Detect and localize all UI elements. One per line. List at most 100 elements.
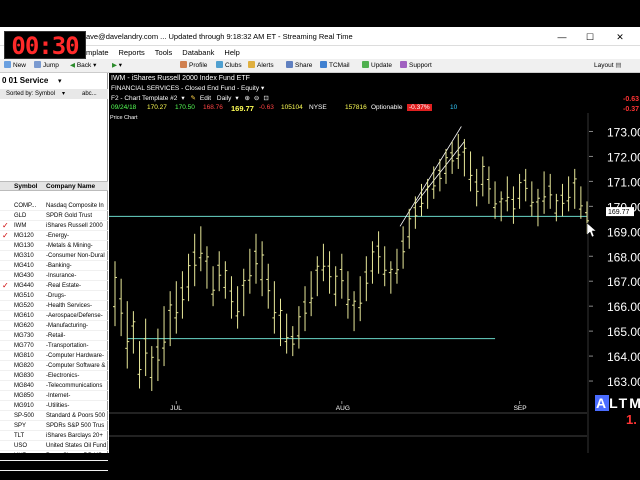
- price-chart-plot[interactable]: 163.00 164.00 165.00 166.00 167.00 168.00 169.…: [109, 73, 640, 453]
- list-item[interactable]: MG810 -Computer Hardware-: [0, 351, 108, 361]
- list-item[interactable]: MG430 -Insurance-: [0, 271, 108, 281]
- tcmail-button[interactable]: TCMail: [320, 61, 350, 71]
- row-company: SPDR Gold Trust: [46, 213, 93, 219]
- row-company: Nasdaq Composite In: [46, 203, 104, 209]
- list-item[interactable]: MG510 -Drugs-: [0, 291, 108, 301]
- top-pct-change: -0.37: [623, 106, 639, 113]
- maximize-icon[interactable]: ☐: [576, 30, 604, 44]
- y-tick-label: 165.00: [607, 325, 640, 339]
- y-tick-label: 168.00: [607, 250, 640, 264]
- quote-low: 168.76: [203, 104, 223, 111]
- row-company: -Retail-: [46, 333, 66, 339]
- row-company: -Computer Software &: [46, 363, 106, 369]
- support-button[interactable]: Support: [400, 61, 432, 71]
- pct-change-badge: -0.37%: [407, 104, 432, 111]
- list-item[interactable]: MG410 -Banking-: [0, 261, 108, 271]
- bell-icon: [248, 61, 255, 68]
- menu-reports[interactable]: Reports: [114, 46, 150, 59]
- row-company: -Manufacturing-: [46, 323, 89, 329]
- close-icon[interactable]: ✕: [606, 30, 634, 44]
- list-item[interactable]: MG520 -Health Services-: [0, 301, 108, 311]
- forward-button[interactable]: ▶ ▾: [112, 61, 122, 71]
- list-item[interactable]: MG730 -Retail-: [0, 331, 108, 341]
- col-symbol[interactable]: Symbol: [14, 182, 37, 191]
- list-item[interactable]: MG820 -Computer Software &: [0, 361, 108, 371]
- list-item[interactable]: ✓ IWM iShares Russell 2000: [0, 221, 108, 231]
- row-symbol: TLT: [14, 433, 25, 439]
- list-item[interactable]: MG610 -Aerospace/Defense-: [0, 311, 108, 321]
- chevron-down-icon[interactable]: ▾: [58, 77, 62, 85]
- row-company: United States Oil Fund: [46, 443, 107, 449]
- chevron-down-icon[interactable]: ▾: [261, 85, 264, 92]
- quote-num: 10: [450, 104, 458, 111]
- list-item[interactable]: SPY SPDRs S&P 500 Trus: [0, 421, 108, 431]
- row-symbol: MG840: [14, 383, 34, 389]
- share-button[interactable]: Share: [286, 61, 312, 71]
- profile-button[interactable]: Profile: [180, 61, 207, 71]
- menu-template[interactable]: mplate: [86, 46, 114, 59]
- price-chart[interactable]: 163.00 164.00 165.00 166.00 167.00 168.00 169.…: [109, 73, 640, 453]
- row-symbol: MG820: [14, 363, 34, 369]
- list-item[interactable]: COMP... Nasdaq Composite In: [0, 201, 108, 211]
- list-item[interactable]: MG310 -Consumer Non-Dural: [0, 251, 108, 261]
- watchlist-title[interactable]: 0 01 Service: [2, 76, 48, 85]
- y-tick-label: 163.00: [607, 375, 640, 389]
- jump-button[interactable]: Jump: [34, 61, 59, 71]
- zoom-in-icon[interactable]: ⊕: [244, 95, 249, 102]
- list-item[interactable]: MG620 -Manufacturing-: [0, 321, 108, 331]
- row-company: -Insurance-: [46, 273, 77, 279]
- list-item[interactable]: TLT iShares Barclays 20+: [0, 431, 108, 441]
- col-company[interactable]: Company Name: [46, 182, 95, 191]
- menu-help[interactable]: Help: [219, 46, 244, 59]
- zoom-out-icon[interactable]: ⊖: [254, 95, 259, 102]
- chevron-down-icon: ▾: [62, 91, 66, 97]
- period-selector[interactable]: Daily: [217, 95, 231, 102]
- menu-tools[interactable]: Tools: [150, 46, 178, 59]
- list-item[interactable]: USO United States Oil Fund: [0, 441, 108, 451]
- back-button[interactable]: ◀ Back ▾: [70, 61, 96, 71]
- minimize-icon[interactable]: —: [548, 30, 576, 44]
- chevron-down-icon[interactable]: ▾: [181, 95, 184, 102]
- quote-shares: 157816: [345, 104, 367, 111]
- row-symbol: IWM: [14, 223, 27, 229]
- back-arrow-icon: ◀: [70, 62, 77, 69]
- quote-close: 169.77: [231, 104, 254, 113]
- list-item[interactable]: MG770 -Transportation-: [0, 341, 108, 351]
- check-icon: ✓: [2, 231, 9, 240]
- list-item[interactable]: SP-500 Standard & Poors 500: [0, 411, 108, 421]
- share-icon: [286, 61, 293, 68]
- list-item[interactable]: MG830 -Electronics-: [0, 371, 108, 381]
- template-selector[interactable]: F2 - Chart Template #2: [111, 95, 177, 102]
- edit-button[interactable]: Edit: [200, 95, 211, 102]
- row-company: -Utilities-: [46, 403, 70, 409]
- alerts-button[interactable]: Alerts: [248, 61, 274, 71]
- toolbar: New Jump ◀ Back ▾ ▶ ▾ Profile Clubs Aler…: [0, 59, 640, 73]
- list-item[interactable]: UUP PowerShares DB US: [0, 451, 108, 461]
- list-item[interactable]: ✓ MG120 -Energy-: [0, 231, 108, 241]
- countdown-timer: 00:30: [4, 31, 86, 60]
- y-tick-label: 166.00: [607, 300, 640, 314]
- menu-databank[interactable]: Databank: [177, 46, 219, 59]
- x-tick-label: SEP: [514, 405, 527, 412]
- quote-high: 170.50: [175, 104, 195, 111]
- sort-selector[interactable]: Sorted by: Symbol ▾ abc...: [0, 89, 108, 99]
- list-item[interactable]: ✓ MG440 -Real Estate-: [0, 281, 108, 291]
- list-item[interactable]: XLP SPDRs Select Sector: [0, 461, 108, 471]
- sort-abc[interactable]: abc...: [82, 89, 97, 99]
- layout-button[interactable]: Layout ▤: [594, 61, 621, 71]
- edit-icon[interactable]: ✎: [190, 95, 195, 102]
- list-item[interactable]: GLD SPDR Gold Trust: [0, 211, 108, 221]
- new-button[interactable]: New: [4, 61, 26, 71]
- row-symbol: SPY: [14, 423, 27, 429]
- list-item[interactable]: MG850 -Internet-: [0, 391, 108, 401]
- list-item[interactable]: MG840 -Telecommunications: [0, 381, 108, 391]
- chevron-down-icon[interactable]: ▾: [235, 95, 238, 102]
- zoom-fit-icon[interactable]: ⊡: [263, 95, 268, 102]
- watchlist-panel: 0 01 Service ▾ Sorted by: Symbol ▾ abc..…: [0, 73, 108, 471]
- list-item[interactable]: MG910 -Utilities-: [0, 401, 108, 411]
- clubs-button[interactable]: Clubs: [216, 61, 242, 71]
- price-chart-label: Price Chart: [110, 115, 138, 121]
- list-item[interactable]: MG130 -Metals & Mining-: [0, 241, 108, 251]
- row-company: iShares Barclays 20+: [46, 433, 103, 439]
- update-button[interactable]: Update: [362, 61, 392, 71]
